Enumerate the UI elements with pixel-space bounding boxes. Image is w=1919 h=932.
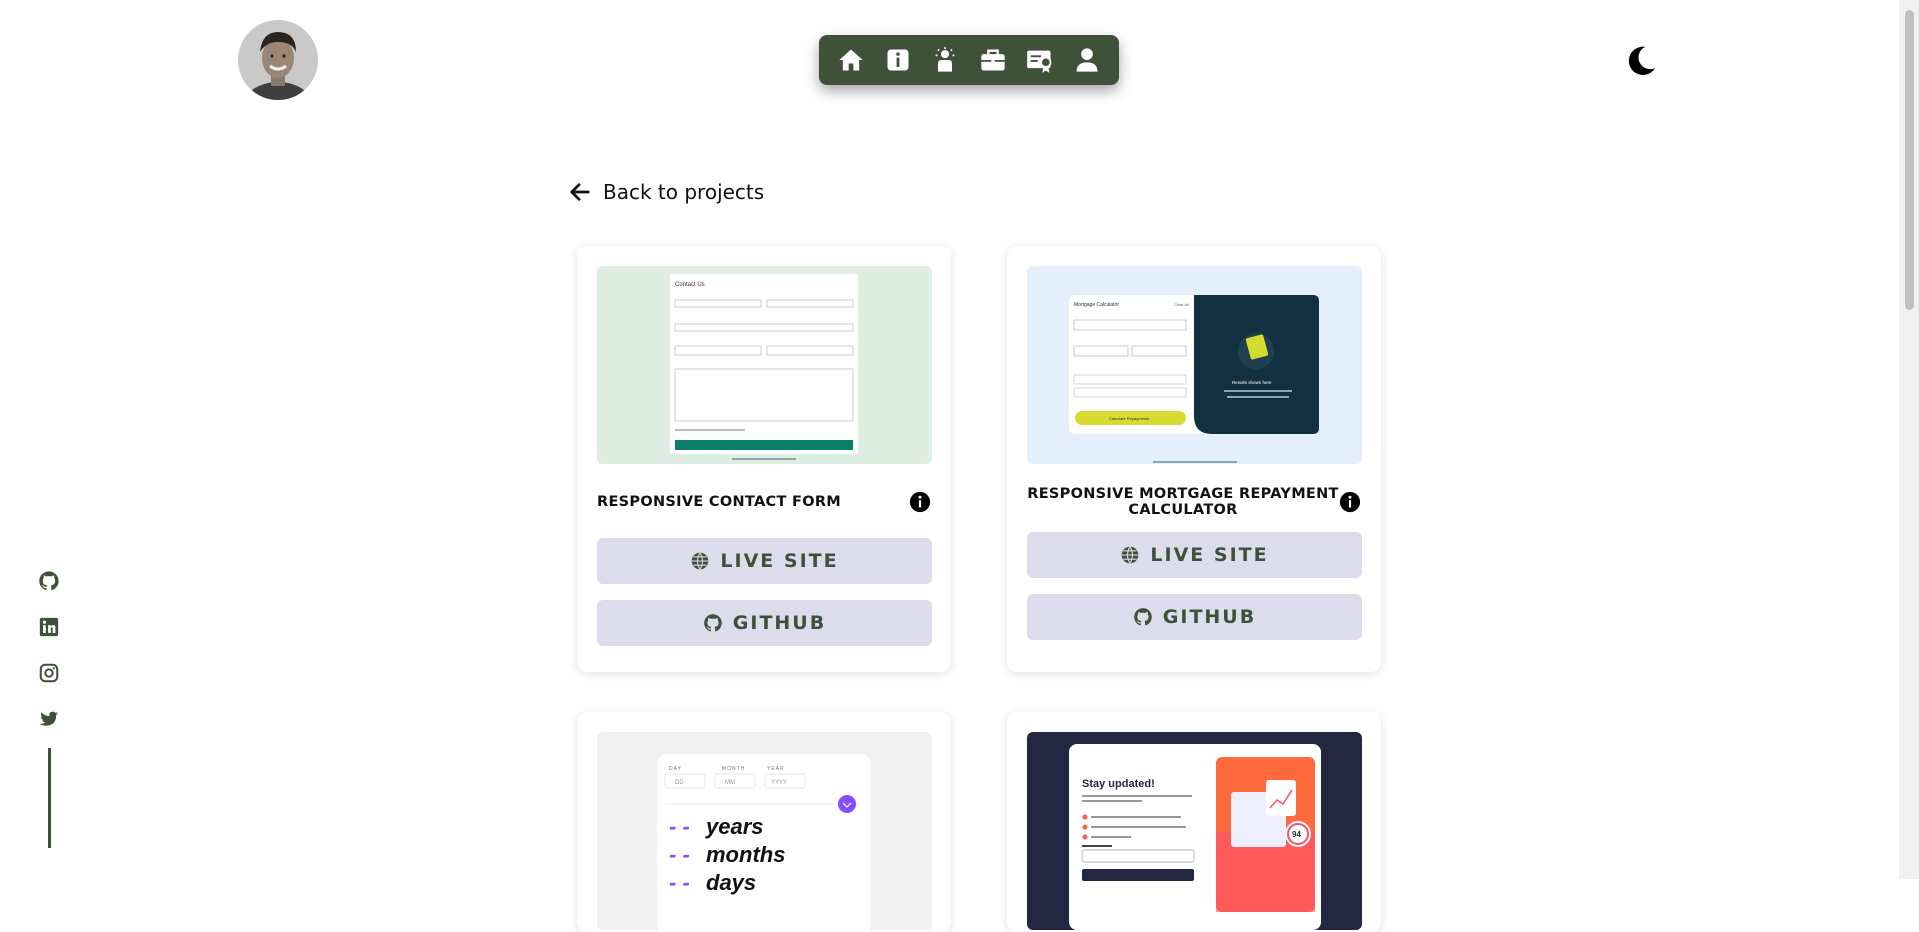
- github-icon: [39, 571, 59, 591]
- age-preview-months-value: - -: [669, 842, 690, 867]
- globe-icon: [692, 552, 709, 570]
- github-button[interactable]: GITHUB: [1027, 594, 1362, 640]
- project-thumbnail: Contact Us: [597, 266, 932, 464]
- nav-about-button[interactable]: [881, 43, 915, 77]
- social-divider-line: [48, 748, 51, 848]
- info-circle-icon[interactable]: [909, 491, 931, 513]
- project-card: Stay updated! 94: [1007, 712, 1381, 932]
- github-icon: [1133, 608, 1152, 626]
- theme-toggle-button[interactable]: [1624, 44, 1658, 78]
- twitter-icon: [39, 711, 59, 726]
- age-preview-months: months: [706, 842, 785, 867]
- github-label: GITHUB: [1162, 606, 1257, 628]
- linkedin-icon: [39, 617, 59, 637]
- age-preview-day-input: DD: [675, 780, 684, 786]
- mortgage-preview-results: Results shown here: [1232, 380, 1272, 385]
- linkedin-link[interactable]: [38, 616, 62, 640]
- briefcase-icon: [980, 49, 1005, 71]
- skills-icon: [935, 47, 955, 72]
- newsletter-preview-badge: 94: [1292, 830, 1301, 839]
- user-icon: [1076, 48, 1098, 72]
- nav-contact-button[interactable]: [1070, 43, 1104, 77]
- twitter-link[interactable]: [38, 708, 62, 732]
- project-card: DAY MONTH YEAR DD MM YYYY - - years - - …: [577, 712, 951, 932]
- live-site-label: LIVE SITE: [720, 550, 839, 572]
- scrollbar-thumb[interactable]: [1905, 10, 1914, 310]
- contact-preview-heading: Contact Us: [675, 282, 705, 288]
- age-calculator-preview: DAY MONTH YEAR DD MM YYYY - - years - - …: [657, 754, 871, 930]
- age-preview-years: years: [705, 814, 764, 839]
- project-title: RESPONSIVE MORTGAGE REPAYMENT CALCULATOR: [1027, 486, 1339, 518]
- globe-icon: [1122, 546, 1139, 564]
- age-preview-month-label: MONTH: [722, 766, 745, 772]
- age-preview-year-label: YEAR: [767, 766, 785, 772]
- newsletter-preview-heading: Stay updated!: [1082, 778, 1155, 790]
- age-preview-days: days: [706, 870, 756, 895]
- project-card: Contact Us RESPONSIVE CONTACT FORM LIVE …: [577, 246, 951, 672]
- mortgage-preview-clear: Clear All: [1174, 302, 1189, 307]
- contact-form-preview: Contact Us: [670, 274, 858, 460]
- moon-icon: [1628, 46, 1656, 75]
- nav-certificates-button[interactable]: [1023, 43, 1057, 77]
- age-preview-month-input: MM: [725, 780, 735, 786]
- project-card: Mortgage Calculator Clear All Calculate …: [1007, 246, 1381, 672]
- live-site-button[interactable]: LIVE SITE: [1027, 532, 1362, 578]
- certificate-icon: [1027, 50, 1052, 73]
- top-nav: [819, 35, 1119, 85]
- info-circle-icon[interactable]: [1339, 491, 1361, 513]
- project-thumbnail: Mortgage Calculator Clear All Calculate …: [1027, 266, 1362, 464]
- mortgage-calculator-preview: Mortgage Calculator Clear All Calculate …: [1069, 295, 1319, 463]
- back-link-label: Back to projects: [603, 180, 765, 204]
- avatar-photo: [238, 20, 318, 100]
- project-thumbnail: Stay updated! 94: [1027, 732, 1362, 930]
- live-site-label: LIVE SITE: [1150, 544, 1269, 566]
- nav-home-button[interactable]: [834, 43, 868, 77]
- instagram-link[interactable]: [38, 662, 62, 686]
- home-icon: [838, 49, 863, 71]
- github-link[interactable]: [38, 570, 62, 594]
- avatar[interactable]: [238, 20, 318, 100]
- github-label: GITHUB: [732, 612, 827, 634]
- mortgage-preview-heading: Mortgage Calculator: [1074, 302, 1119, 308]
- age-preview-day-label: DAY: [669, 766, 682, 772]
- mortgage-preview-button: Calculate Repayments: [1109, 416, 1149, 421]
- age-preview-year-input: YYYY: [771, 780, 787, 786]
- live-site-button[interactable]: LIVE SITE: [597, 538, 932, 584]
- age-preview-years-value: - -: [669, 814, 690, 839]
- nav-experience-button[interactable]: [976, 43, 1010, 77]
- info-icon: [887, 49, 909, 71]
- instagram-icon: [39, 663, 59, 683]
- project-thumbnail: DAY MONTH YEAR DD MM YYYY - - years - - …: [597, 732, 932, 930]
- age-preview-days-value: - -: [669, 870, 690, 895]
- social-links: [38, 570, 62, 754]
- newsletter-preview: Stay updated! 94: [1069, 744, 1321, 930]
- project-title: RESPONSIVE CONTACT FORM: [597, 494, 842, 510]
- back-to-projects-link[interactable]: Back to projects: [569, 180, 764, 204]
- nav-skills-button[interactable]: [928, 43, 962, 77]
- github-button[interactable]: GITHUB: [597, 600, 932, 646]
- github-icon: [703, 614, 722, 632]
- arrow-left-icon: [570, 183, 590, 201]
